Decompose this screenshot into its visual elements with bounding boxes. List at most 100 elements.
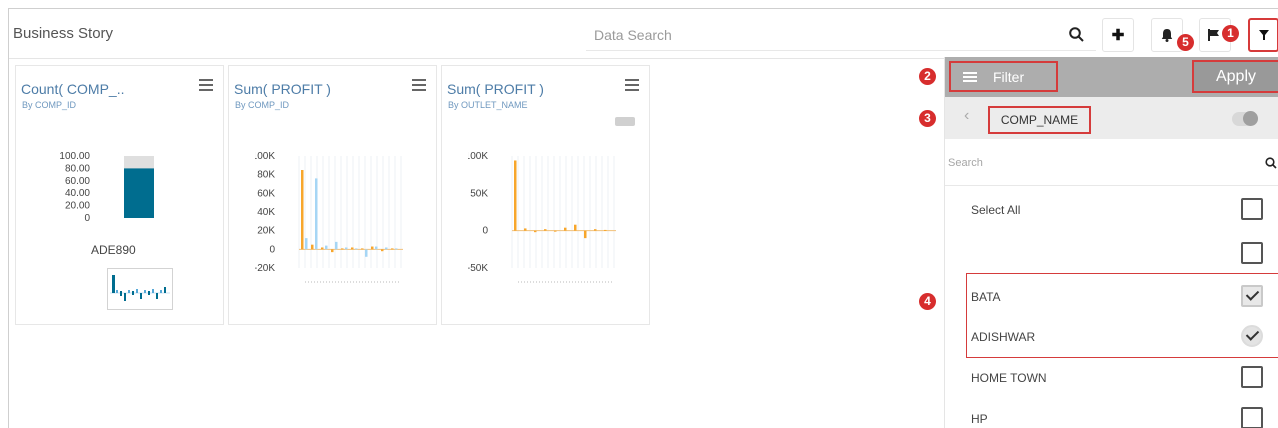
- step-badge-4: 4: [919, 293, 936, 310]
- bar: [375, 246, 378, 250]
- list-item-home-town[interactable]: HOME TOWN: [945, 359, 1278, 398]
- bar: [345, 247, 348, 250]
- app-title: Business Story: [13, 25, 114, 42]
- filter-toggle-switch[interactable]: [1232, 111, 1258, 126]
- bar: [524, 228, 527, 231]
- legend-label: ADE890: [91, 243, 136, 257]
- card-subtitle: By OUTLET_NAME: [448, 100, 528, 110]
- chart-thumbnail[interactable]: [107, 268, 173, 310]
- chart-card-profit-comp-id: Sum( PROFIT ) By COMP_ID 100K 80K 60K 40K 20…: [228, 65, 437, 325]
- list-item-select-all[interactable]: Select All: [945, 191, 1278, 230]
- list-item-blank[interactable]: [945, 235, 1278, 274]
- bar-chart: 100K 50K 0 -50K: [468, 151, 616, 283]
- y-tick-label: 50K: [470, 188, 488, 199]
- card-subtitle: By COMP_ID: [235, 100, 290, 110]
- step-badge-2: 2: [919, 68, 936, 85]
- step-badge-3: 3: [919, 110, 936, 127]
- y-tick-label: 0: [84, 213, 90, 224]
- bar: [315, 178, 318, 250]
- plus-icon[interactable]: ✚: [1102, 18, 1134, 52]
- menu-icon[interactable]: [412, 79, 426, 91]
- filter-panel: Filter Apply ‹ COMP_NAME Select All BATA: [944, 57, 1278, 428]
- bar: [604, 229, 607, 231]
- y-tick-label: 40K: [257, 207, 275, 218]
- y-tick-label: -20K: [255, 263, 275, 274]
- filter-icon[interactable]: [1248, 18, 1278, 52]
- checkbox[interactable]: [1241, 366, 1263, 388]
- card-title: Sum( PROFIT ): [234, 81, 331, 97]
- bar: [365, 249, 368, 257]
- bar: [574, 224, 577, 231]
- bar: [594, 229, 597, 231]
- y-tick-label: 0: [269, 244, 275, 255]
- bar: [351, 247, 354, 250]
- menu-icon[interactable]: [199, 79, 213, 91]
- bar: [321, 247, 324, 250]
- list-item-label: HOME TOWN: [971, 371, 1047, 385]
- checkbox[interactable]: [1241, 242, 1263, 264]
- checkbox[interactable]: [1241, 407, 1263, 428]
- list-item-label: Select All: [971, 203, 1021, 217]
- bar-chart: 100.0080.00 60.0040.00 20.000: [59, 151, 154, 224]
- chart-card-profit-outlet: Sum( PROFIT ) By OUTLET_NAME 100K 50K 0 -50…: [441, 65, 650, 325]
- apply-button[interactable]: Apply: [1192, 60, 1278, 93]
- selection-highlight: [966, 273, 1278, 358]
- search-icon[interactable]: [1265, 156, 1277, 174]
- y-tick-label: 100.00: [59, 151, 90, 162]
- bar: [335, 241, 338, 250]
- y-tick-label: 60.00: [65, 176, 90, 187]
- bar: [534, 230, 537, 233]
- step-badge-1: 1: [1222, 25, 1239, 42]
- list-item-hp[interactable]: HP: [945, 400, 1278, 428]
- bar: [371, 246, 374, 250]
- bar: [391, 248, 394, 250]
- dashboard-frame: Business Story ✚ Count( COMP_.. By COMP_…: [8, 8, 1278, 428]
- filter-label: Filter: [993, 68, 1025, 85]
- bar: [355, 248, 358, 250]
- bar: [554, 230, 557, 232]
- y-tick-label: 60K: [257, 188, 275, 199]
- bar: [325, 245, 328, 250]
- card-title: Count( COMP_..: [21, 81, 125, 97]
- bar: [514, 160, 517, 231]
- y-tick-label: 20.00: [65, 201, 90, 212]
- bar: [341, 248, 344, 250]
- y-tick-label: -50K: [468, 263, 488, 274]
- bar: [361, 248, 364, 250]
- y-tick-label: 40.00: [65, 188, 90, 199]
- bar: [584, 230, 587, 239]
- bar: [395, 248, 398, 250]
- filter-column-name: COMP_NAME: [988, 106, 1091, 134]
- top-toolbar: Business Story ✚: [9, 9, 1278, 59]
- checkbox[interactable]: [1241, 198, 1263, 220]
- bar: [381, 249, 384, 252]
- y-tick-label: 80.00: [65, 163, 90, 174]
- bar: [305, 238, 308, 250]
- collapse-button[interactable]: [615, 117, 635, 126]
- bar: [124, 168, 154, 218]
- card-title: Sum( PROFIT ): [447, 81, 544, 97]
- y-tick-label: 20K: [257, 226, 275, 237]
- filter-header: Filter Apply: [945, 57, 1278, 97]
- filter-search: [945, 139, 1278, 186]
- data-search-input[interactable]: [594, 25, 1034, 45]
- menu-icon[interactable]: [625, 79, 639, 91]
- bar: [301, 170, 304, 250]
- bar: [311, 244, 314, 250]
- hamburger-icon: [963, 70, 977, 84]
- bar: [544, 229, 547, 231]
- search-icon[interactable]: [1064, 22, 1088, 46]
- y-tick-label: 100K: [468, 151, 488, 162]
- bar-chart: 100K 80K 60K 40K 20K 0 -20K: [255, 151, 403, 283]
- filter-toggle-button[interactable]: Filter: [949, 61, 1058, 92]
- chart-card-count-comp: Count( COMP_.. By COMP_ID 100.00 80.00 60.…: [15, 65, 224, 325]
- chevron-left-icon[interactable]: ‹: [964, 107, 969, 125]
- bar: [385, 247, 388, 250]
- step-badge-5: 5: [1177, 34, 1194, 51]
- y-tick-label: 0: [482, 226, 488, 237]
- filter-column-header: ‹ COMP_NAME: [945, 97, 1278, 139]
- y-tick-label: 80K: [257, 170, 275, 181]
- list-item-label: HP: [971, 412, 988, 426]
- filter-search-input[interactable]: [948, 154, 1248, 172]
- card-subtitle: By COMP_ID: [22, 100, 77, 110]
